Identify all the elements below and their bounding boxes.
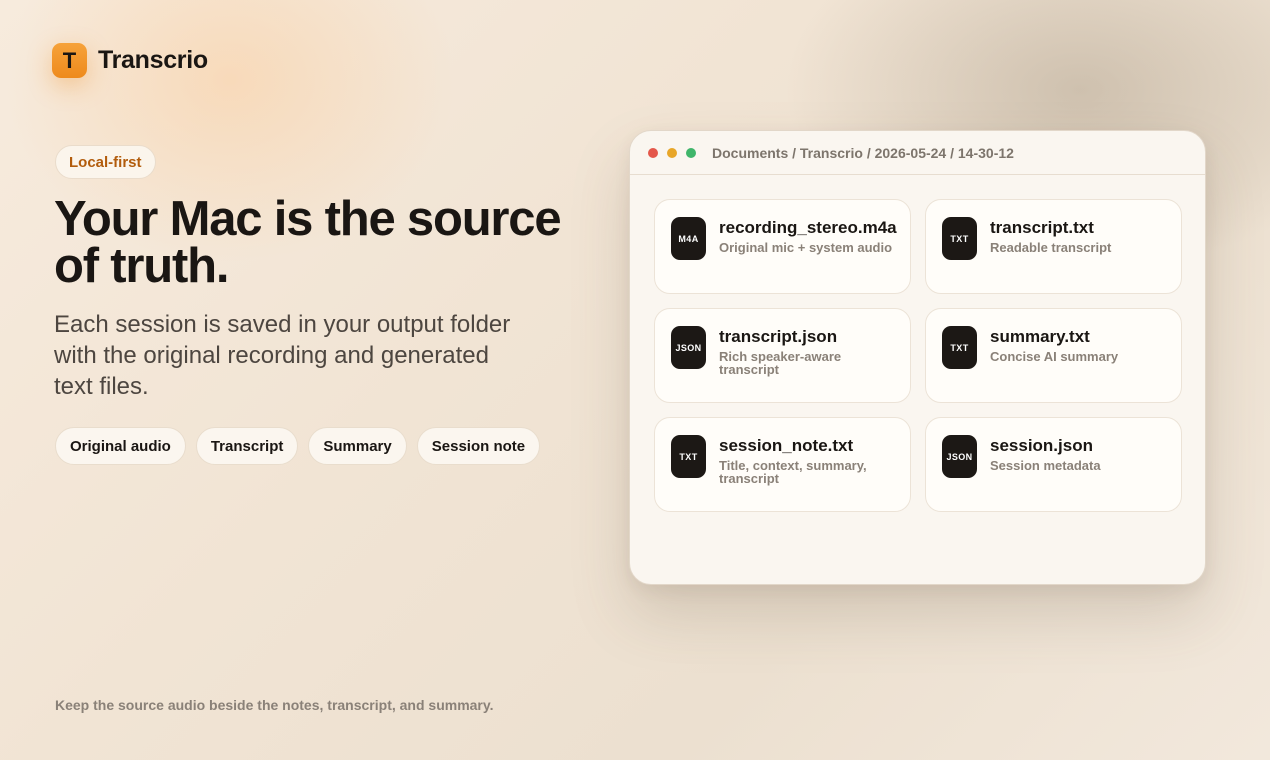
txt-file-icon: TXT <box>942 326 977 369</box>
file-description: Readable transcript <box>990 240 1112 255</box>
close-window-icon[interactable] <box>648 147 658 158</box>
chip-transcript: Transcript <box>195 427 299 465</box>
file-name: summary.txt <box>990 327 1090 346</box>
folder-path-breadcrumb: Documents / Transcrio / 2026-05-24 / 14-… <box>712 144 1014 161</box>
footer-note: Keep the source audio beside the notes, … <box>55 697 494 713</box>
chip-original-audio: Original audio <box>55 427 186 465</box>
file-description: Original mic + system audio <box>719 240 893 255</box>
file-name: transcript.json <box>719 327 838 346</box>
window-titlebar: Documents / Transcrio / 2026-05-24 / 14-… <box>630 131 1205 175</box>
file-description: Session metadata <box>990 458 1101 473</box>
txt-file-icon: TXT <box>671 435 706 478</box>
app-logo-icon: T <box>52 43 87 78</box>
chip-summary: Summary <box>308 427 407 465</box>
chip-session-note: Session note <box>416 427 541 465</box>
finder-window: Documents / Transcrio / 2026-05-24 / 14-… <box>629 130 1206 585</box>
file-card-summary-txt[interactable]: TXT summary.txt Concise AI summary <box>925 308 1182 403</box>
file-grid: M4A recording_stereo.m4a Original mic + … <box>654 199 1182 512</box>
zoom-window-icon[interactable] <box>686 147 696 158</box>
file-name: session.json <box>990 436 1093 455</box>
file-card-transcript-txt[interactable]: TXT transcript.txt Readable transcript <box>925 199 1182 294</box>
file-card-recording-stereo[interactable]: M4A recording_stereo.m4a Original mic + … <box>654 199 911 294</box>
brand-name: Transcrio <box>98 46 208 74</box>
hero-headline: Your Mac is the source of truth. <box>54 192 562 293</box>
m4a-file-icon: M4A <box>671 217 706 260</box>
file-card-transcript-json[interactable]: JSON transcript.json Rich speaker-aware … <box>654 308 911 403</box>
file-card-session-json[interactable]: JSON session.json Session metadata <box>925 417 1182 512</box>
file-description: Title, context, summary, transcript <box>719 458 867 486</box>
file-name: transcript.txt <box>990 218 1094 237</box>
hero-subtext: Each session is saved in your output fol… <box>54 311 511 400</box>
local-first-badge: Local-first <box>55 145 156 179</box>
file-description: Concise AI summary <box>990 349 1119 364</box>
file-name: recording_stereo.m4a <box>719 218 897 237</box>
brand-logo[interactable]: T Transcrio <box>52 43 208 78</box>
txt-file-icon: TXT <box>942 217 977 260</box>
feature-chips: Original audio Transcript Summary Sessio… <box>55 427 541 465</box>
minimize-window-icon[interactable] <box>667 147 677 158</box>
file-name: session_note.txt <box>719 436 854 455</box>
file-card-session-note[interactable]: TXT session_note.txt Title, context, sum… <box>654 417 911 512</box>
json-file-icon: JSON <box>671 326 706 369</box>
json-file-icon: JSON <box>942 435 977 478</box>
file-description: Rich speaker-aware transcript <box>719 349 842 377</box>
